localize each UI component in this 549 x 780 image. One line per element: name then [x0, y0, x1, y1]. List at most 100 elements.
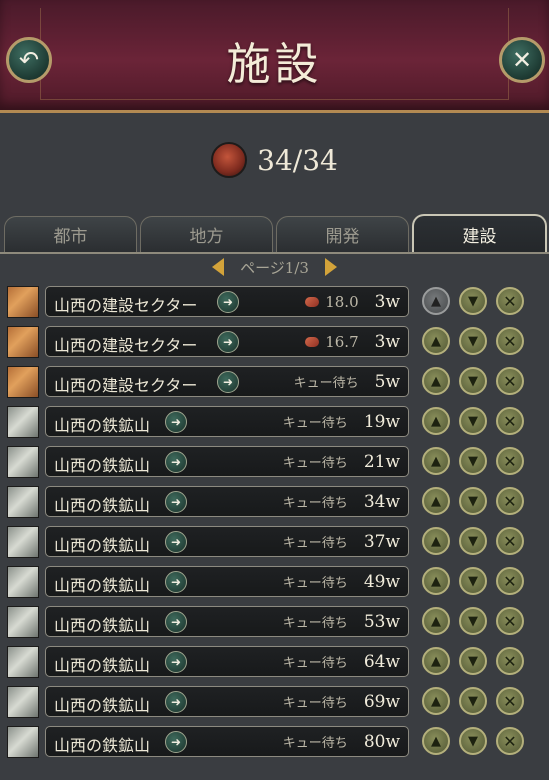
- priority-down-button[interactable]: ▼: [459, 407, 487, 435]
- priority-up-button[interactable]: ▲: [422, 367, 450, 395]
- progress-value: 16.7: [325, 333, 359, 351]
- tab-development[interactable]: 開発: [276, 216, 409, 252]
- remove-button[interactable]: ✕: [496, 727, 524, 755]
- arrow-right-icon[interactable]: ➜: [165, 411, 187, 433]
- priority-down-button[interactable]: ▼: [459, 447, 487, 475]
- facility-name: 山西の建設セクター: [54, 296, 198, 315]
- priority-down-button[interactable]: ▼: [459, 527, 487, 555]
- list-item: 山西の鉄鉱山 ➜ キュー待ち 49w ▲ ▼ ✕: [0, 564, 549, 602]
- facility-bar[interactable]: 山西の鉄鉱山 ➜ キュー待ち 69w: [45, 686, 409, 717]
- remove-button[interactable]: ✕: [496, 567, 524, 595]
- arrow-right-icon[interactable]: ➜: [165, 491, 187, 513]
- remove-icon: ✕: [503, 571, 517, 591]
- remove-button[interactable]: ✕: [496, 367, 524, 395]
- facility-bar[interactable]: 山西の鉄鉱山 ➜ キュー待ち 19w: [45, 406, 409, 437]
- weeks-remaining: 49w: [363, 572, 400, 592]
- facility-bar[interactable]: 山西の鉄鉱山 ➜ キュー待ち 53w: [45, 606, 409, 637]
- facility-bar[interactable]: 山西の鉄鉱山 ➜ キュー待ち 37w: [45, 526, 409, 557]
- remove-button[interactable]: ✕: [496, 527, 524, 555]
- priority-up-icon: ▲: [431, 413, 441, 429]
- priority-up-button[interactable]: ▲: [422, 567, 450, 595]
- priority-up-button[interactable]: ▲: [422, 327, 450, 355]
- priority-down-button[interactable]: ▼: [459, 567, 487, 595]
- list-item: 山西の建設セクター ➜ 16.7 3w ▲ ▼ ✕: [0, 324, 549, 362]
- remove-icon: ✕: [503, 371, 517, 391]
- page-label: ページ1/3: [240, 258, 309, 277]
- arrow-right-icon[interactable]: ➜: [217, 371, 239, 393]
- priority-down-button[interactable]: ▼: [459, 367, 487, 395]
- remove-button[interactable]: ✕: [496, 687, 524, 715]
- remove-button[interactable]: ✕: [496, 327, 524, 355]
- priority-up-button[interactable]: ▲: [422, 287, 450, 315]
- facility-name: 山西の鉄鉱山: [54, 416, 151, 435]
- remove-button[interactable]: ✕: [496, 407, 524, 435]
- priority-down-icon: ▼: [468, 373, 478, 389]
- facility-name: 山西の建設セクター: [54, 336, 198, 355]
- facility-bar[interactable]: 山西の鉄鉱山 ➜ キュー待ち 64w: [45, 646, 409, 677]
- facility-name: 山西の鉄鉱山: [54, 576, 151, 595]
- priority-down-button[interactable]: ▼: [459, 287, 487, 315]
- priority-down-icon: ▼: [468, 573, 478, 589]
- priority-up-icon: ▲: [431, 293, 441, 309]
- facility-bar[interactable]: 山西の建設セクター ➜ 18.0 3w: [45, 286, 409, 317]
- close-icon: ✕: [511, 46, 533, 74]
- remove-icon: ✕: [503, 331, 517, 351]
- arrow-right-icon[interactable]: ➜: [217, 331, 239, 353]
- arrow-right-icon[interactable]: ➜: [165, 651, 187, 673]
- weeks-remaining: 19w: [363, 412, 400, 432]
- priority-down-button[interactable]: ▼: [459, 647, 487, 675]
- tab-construction[interactable]: 建設: [412, 214, 547, 252]
- facility-bar[interactable]: 山西の建設セクター ➜ 16.7 3w: [45, 326, 409, 357]
- arrow-right-icon[interactable]: ➜: [165, 731, 187, 753]
- priority-up-button[interactable]: ▲: [422, 407, 450, 435]
- priority-up-button[interactable]: ▲: [422, 447, 450, 475]
- list-item: 山西の鉄鉱山 ➜ キュー待ち 53w ▲ ▼ ✕: [0, 604, 549, 642]
- priority-up-icon: ▲: [431, 333, 441, 349]
- arrow-right-icon[interactable]: ➜: [165, 691, 187, 713]
- progress-value: 18.0: [325, 293, 359, 311]
- close-button[interactable]: ✕: [499, 37, 545, 83]
- arrow-right-icon[interactable]: ➜: [165, 451, 187, 473]
- priority-down-icon: ▼: [468, 653, 478, 669]
- remove-button[interactable]: ✕: [496, 487, 524, 515]
- header-bar: ↶ 施設 ✕: [0, 0, 549, 113]
- priority-up-button[interactable]: ▲: [422, 487, 450, 515]
- priority-up-button[interactable]: ▲: [422, 727, 450, 755]
- priority-up-button[interactable]: ▲: [422, 647, 450, 675]
- arrow-right-icon[interactable]: ➜: [165, 571, 187, 593]
- remove-icon: ✕: [503, 411, 517, 431]
- tab-region[interactable]: 地方: [140, 216, 273, 252]
- facility-bar[interactable]: 山西の鉄鉱山 ➜ キュー待ち 80w: [45, 726, 409, 757]
- tab-city[interactable]: 都市: [4, 216, 137, 252]
- remove-button[interactable]: ✕: [496, 607, 524, 635]
- priority-down-button[interactable]: ▼: [459, 687, 487, 715]
- priority-down-button[interactable]: ▼: [459, 487, 487, 515]
- priority-up-button[interactable]: ▲: [422, 527, 450, 555]
- priority-up-button[interactable]: ▲: [422, 607, 450, 635]
- facility-bar[interactable]: 山西の建設セクター ➜ キュー待ち 5w: [45, 366, 409, 397]
- queue-status: キュー待ち: [282, 736, 348, 751]
- list-item: 山西の鉄鉱山 ➜ キュー待ち 64w ▲ ▼ ✕: [0, 644, 549, 682]
- weeks-remaining: 53w: [363, 612, 400, 632]
- facility-bar[interactable]: 山西の鉄鉱山 ➜ キュー待ち 34w: [45, 486, 409, 517]
- remove-button[interactable]: ✕: [496, 287, 524, 315]
- sector-thumbnail: [7, 326, 39, 358]
- facility-bar[interactable]: 山西の鉄鉱山 ➜ キュー待ち 49w: [45, 566, 409, 597]
- facility-bar[interactable]: 山西の鉄鉱山 ➜ キュー待ち 21w: [45, 446, 409, 477]
- priority-down-button[interactable]: ▼: [459, 727, 487, 755]
- prev-page-icon[interactable]: [212, 258, 225, 276]
- remove-icon: ✕: [503, 691, 517, 711]
- remove-button[interactable]: ✕: [496, 647, 524, 675]
- priority-up-icon: ▲: [431, 653, 441, 669]
- remove-button[interactable]: ✕: [496, 447, 524, 475]
- remove-icon: ✕: [503, 731, 517, 751]
- priority-up-button[interactable]: ▲: [422, 687, 450, 715]
- priority-down-button[interactable]: ▼: [459, 607, 487, 635]
- arrow-right-icon[interactable]: ➜: [217, 291, 239, 313]
- arrow-right-icon[interactable]: ➜: [165, 531, 187, 553]
- next-page-icon[interactable]: [324, 258, 337, 276]
- priority-down-button[interactable]: ▼: [459, 327, 487, 355]
- mine-thumbnail: [7, 646, 39, 678]
- arrow-right-icon[interactable]: ➜: [165, 611, 187, 633]
- queue-status: キュー待ち: [282, 496, 348, 511]
